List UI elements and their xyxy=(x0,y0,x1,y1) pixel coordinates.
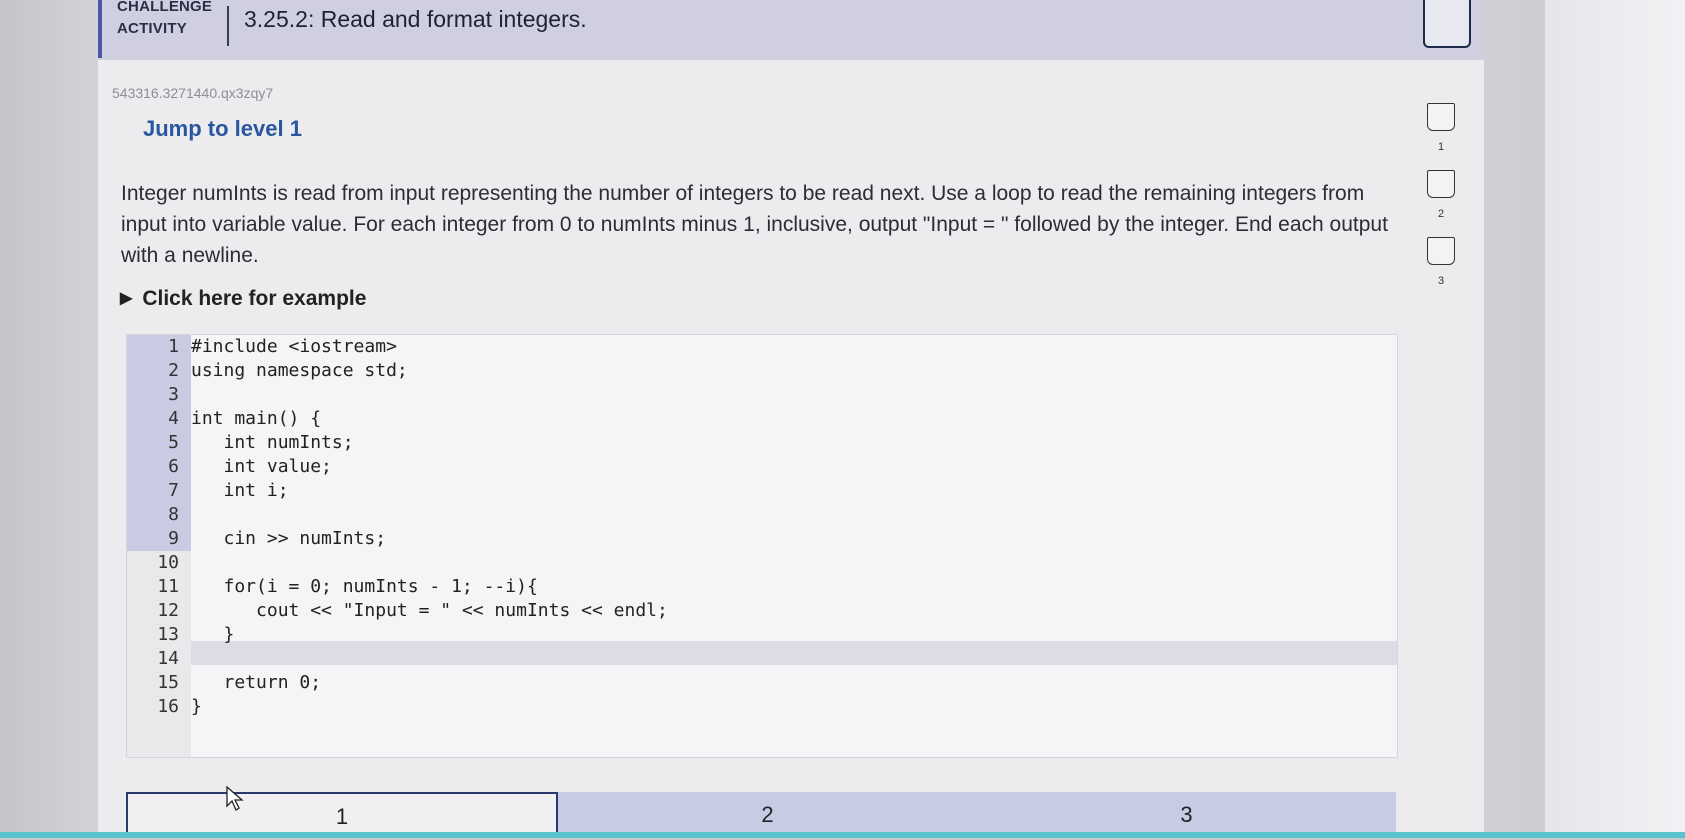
triangle-right-icon: ▶ xyxy=(120,290,133,307)
line-number: 16 xyxy=(157,696,179,717)
code-text: } xyxy=(191,624,235,645)
jump-to-level-link[interactable]: Jump to level 1 xyxy=(143,116,302,142)
line-number: 14 xyxy=(157,648,179,669)
code-line[interactable]: 13 } xyxy=(127,623,1397,647)
example-toggle[interactable]: ▶ Click here for example xyxy=(120,287,366,311)
code-text: int value; xyxy=(191,456,332,477)
code-line[interactable]: 6 int value; xyxy=(127,455,1397,479)
level-box-icon xyxy=(1427,103,1455,131)
code-text: } xyxy=(191,696,202,717)
code-text: int main() { xyxy=(191,408,322,429)
right-margin xyxy=(1545,0,1685,838)
line-number: 4 xyxy=(168,408,179,429)
line-number: 15 xyxy=(157,672,179,693)
line-number: 2 xyxy=(168,360,179,381)
code-line[interactable]: 11 for(i = 0; numInts - 1; --i){ xyxy=(127,575,1397,599)
level-number: 1 xyxy=(1437,141,1445,153)
mouse-cursor-icon xyxy=(226,786,244,811)
level-indicator-2[interactable]: 2 xyxy=(1425,170,1461,237)
code-editor[interactable]: 1 #include <iostream> 2 using namespace st… xyxy=(126,334,1398,758)
code-line[interactable]: 8 xyxy=(127,503,1397,527)
code-line[interactable]: 2 using namespace std; xyxy=(127,359,1397,383)
level-status-top-icon xyxy=(1423,0,1471,48)
code-line[interactable]: 10 xyxy=(127,551,1397,575)
line-number: 3 xyxy=(168,384,179,405)
example-toggle-label: Click here for example xyxy=(142,287,367,310)
code-line[interactable]: 1 #include <iostream> xyxy=(127,335,1397,359)
code-text: cin >> numInts; xyxy=(191,528,387,549)
level-number: 2 xyxy=(1437,208,1445,220)
code-text: for(i = 0; numInts - 1; --i){ xyxy=(191,576,538,597)
level-indicator-1[interactable]: 1 xyxy=(1425,103,1461,170)
challenge-id: 543316.3271440.qx3zqy7 xyxy=(112,85,274,101)
level-box-icon xyxy=(1427,170,1455,198)
level-number: 3 xyxy=(1437,275,1445,287)
code-line[interactable]: 5 int numInts; xyxy=(127,431,1397,455)
challenge-label-line2: ACTIVITY xyxy=(117,20,187,37)
code-line[interactable]: 3 xyxy=(127,383,1397,407)
challenge-label-line1: CHALLENGE xyxy=(117,0,213,15)
problem-prompt: Integer numInts is read from input repre… xyxy=(121,182,1388,267)
level-box-icon xyxy=(1427,237,1455,265)
line-number: 10 xyxy=(157,552,179,573)
code-line[interactable]: 7 int i; xyxy=(127,479,1397,503)
activity-title: 3.25.2: Read and format integers. xyxy=(244,6,587,32)
code-text: #include <iostream> xyxy=(191,336,397,357)
code-line[interactable]: 4 int main() { xyxy=(127,407,1397,431)
code-line[interactable]: 16} xyxy=(127,695,1397,719)
line-number: 9 xyxy=(168,528,179,549)
code-line[interactable]: 15 return 0; xyxy=(127,671,1397,695)
code-text: return 0; xyxy=(191,672,322,693)
code-line[interactable]: 9 cin >> numInts; xyxy=(127,527,1397,551)
line-number: 12 xyxy=(157,600,179,621)
code-line[interactable]: 14 xyxy=(127,647,1397,671)
level-progress-sidebar: 1 2 3 xyxy=(1425,103,1461,304)
line-number: 7 xyxy=(168,480,179,501)
line-number: 1 xyxy=(168,336,179,357)
code-text: int numInts; xyxy=(191,432,354,453)
line-number: 11 xyxy=(157,576,179,597)
bottom-accent-strip xyxy=(0,832,1685,838)
line-number: 13 xyxy=(157,624,179,645)
header-accent-bar xyxy=(98,0,102,58)
line-number: 8 xyxy=(168,504,179,525)
code-text: using namespace std; xyxy=(191,360,408,381)
line-number: 6 xyxy=(168,456,179,477)
code-text: cout << "Input = " << numInts << endl; xyxy=(191,600,668,621)
level-indicator-3[interactable]: 3 xyxy=(1425,237,1461,304)
line-number: 5 xyxy=(168,432,179,453)
challenge-activity-label: CHALLENGE ACTIVITY xyxy=(117,0,227,40)
header-divider xyxy=(227,6,229,46)
code-line[interactable]: 12 cout << "Input = " << numInts << endl… xyxy=(127,599,1397,623)
code-text: int i; xyxy=(191,480,289,501)
